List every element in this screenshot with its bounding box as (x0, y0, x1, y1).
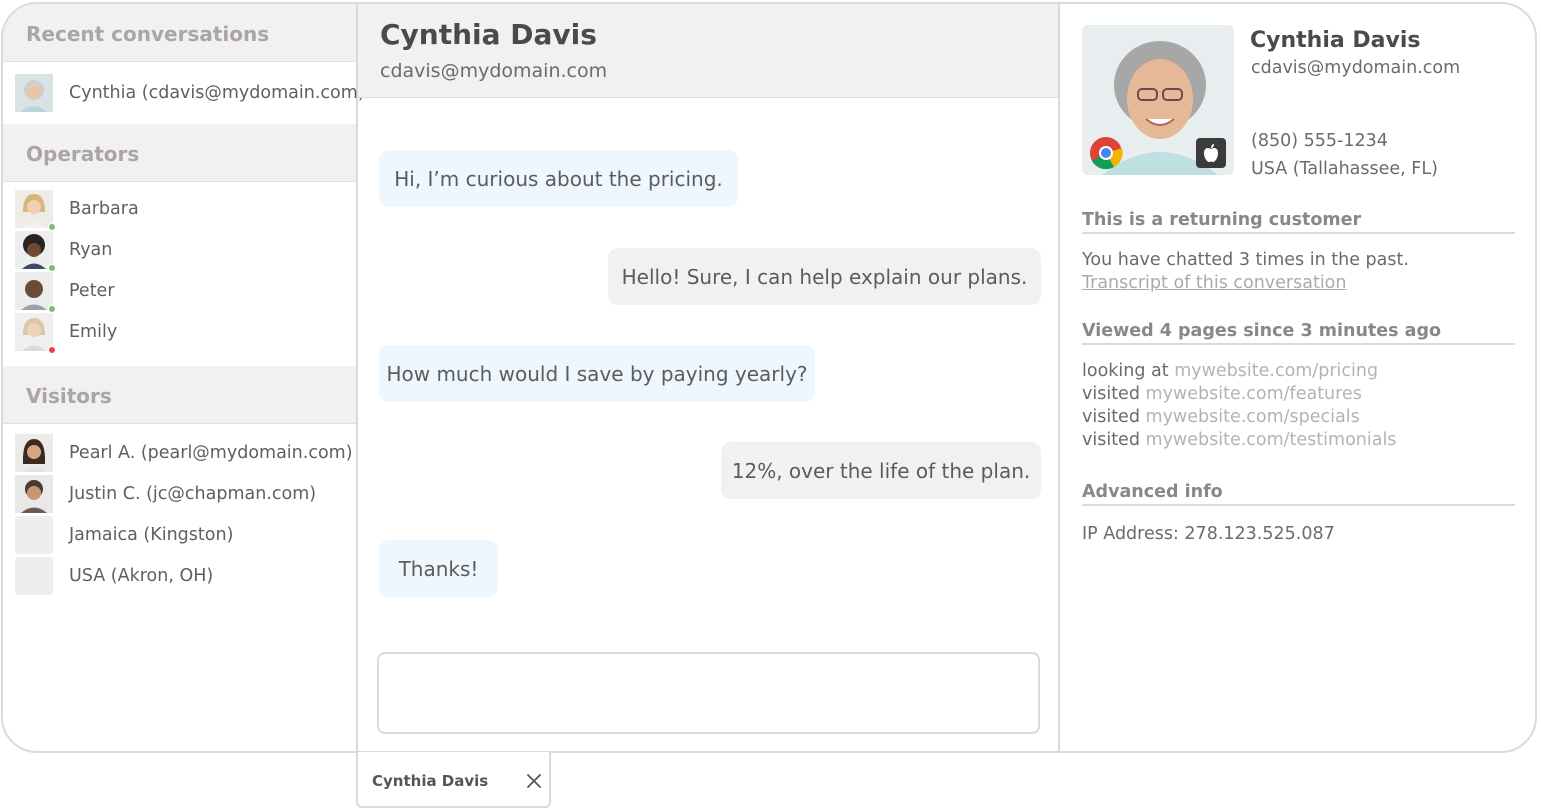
chat-history-text: You have chatted 3 times in the past. (1082, 250, 1409, 270)
chat-contact-name: Cynthia Davis (380, 18, 597, 51)
visitor-phone: (850) 555-1234 (1251, 131, 1388, 151)
message-visitor: Thanks! (379, 540, 498, 597)
recent-conversation-item[interactable]: Cynthia (cdavis@mydomain.com) (15, 74, 365, 112)
chat-panel: Cynthia Davis cdavis@mydomain.com Hi, I’… (358, 4, 1060, 751)
message-visitor: How much would I save by paying yearly? (379, 345, 815, 402)
page-visit-item: visited mywebsite.com/testimonials (1082, 430, 1396, 450)
avatar (15, 231, 56, 272)
visitor-item[interactable]: Justin C. (jc@chapman.com) (15, 475, 316, 513)
page-visit-verb: visited (1082, 407, 1140, 427)
status-busy-indicator (48, 346, 56, 354)
close-icon[interactable] (525, 772, 543, 790)
chat-contact-email: cdavis@mydomain.com (380, 60, 608, 82)
status-online-indicator (48, 305, 56, 313)
sidebar: Recent conversations Cynthia (cdavis@myd… (3, 4, 365, 751)
page-visit-verb: visited (1082, 384, 1140, 404)
page-visit-item: visited mywebsite.com/specials (1082, 407, 1360, 427)
avatar (15, 190, 56, 231)
avatar (15, 475, 53, 513)
visitor-item[interactable]: USA (Akron, OH) (15, 557, 213, 595)
message-input[interactable] (377, 652, 1040, 734)
operators-heading: Operators (3, 124, 356, 182)
operator-label: Peter (69, 281, 115, 301)
page-visit-verb: visited (1082, 430, 1140, 450)
page-visit-url[interactable]: mywebsite.com/pricing (1174, 361, 1378, 381)
visitor-photo (1082, 25, 1234, 175)
operator-item[interactable]: Barbara (15, 190, 139, 231)
recent-conversation-label: Cynthia (cdavis@mydomain.com) (69, 83, 365, 103)
visitor-label: Jamaica (Kingston) (69, 525, 234, 545)
page-visit-url[interactable]: mywebsite.com/features (1146, 384, 1362, 404)
page-visit-item: visited mywebsite.com/features (1082, 384, 1362, 404)
status-online-indicator (48, 264, 56, 272)
page-visit-item: looking at mywebsite.com/pricing (1082, 361, 1378, 381)
visitor-label: Pearl A. (pearl@mydomain.com) (69, 443, 353, 463)
chat-tab-label: Cynthia Davis (372, 772, 489, 790)
ip-address: IP Address: 278.123.525.087 (1082, 524, 1335, 544)
chat-header: Cynthia Davis cdavis@mydomain.com (358, 4, 1058, 98)
visitor-item[interactable]: Jamaica (Kingston) (15, 516, 233, 554)
avatar-placeholder (15, 557, 53, 595)
recent-conversations-heading: Recent conversations (3, 4, 356, 62)
chat-tab[interactable]: Cynthia Davis (356, 752, 551, 808)
message-operator: Hello! Sure, I can help explain our plan… (608, 248, 1041, 305)
page-visit-url[interactable]: mywebsite.com/testimonials (1146, 430, 1397, 450)
visitor-label: USA (Akron, OH) (69, 566, 214, 586)
avatar (15, 434, 53, 472)
apple-icon (1196, 138, 1226, 172)
operator-item[interactable]: Peter (15, 272, 115, 313)
page-visit-url[interactable]: mywebsite.com/specials (1146, 407, 1360, 427)
message-visitor: Hi, I’m curious about the pricing. (379, 150, 738, 207)
visitor-name: Cynthia Davis (1250, 28, 1421, 53)
operator-label: Barbara (69, 199, 139, 219)
operator-item[interactable]: Ryan (15, 231, 113, 272)
visitor-email: cdavis@mydomain.com (1251, 58, 1461, 78)
operator-label: Ryan (69, 240, 113, 260)
page-visit-verb: looking at (1082, 361, 1169, 381)
app-window: Recent conversations Cynthia (cdavis@myd… (1, 2, 1537, 753)
operator-item[interactable]: Emily (15, 313, 118, 354)
visitor-location: USA (Tallahassee, FL) (1251, 159, 1438, 179)
avatar (15, 272, 56, 313)
advanced-info-heading: Advanced info (1082, 482, 1515, 506)
chrome-icon (1089, 136, 1123, 174)
visitor-label: Justin C. (jc@chapman.com) (69, 484, 317, 504)
status-online-indicator (48, 223, 56, 231)
visitor-info-panel: Cynthia Davis cdavis@mydomain.com (850) … (1060, 4, 1535, 751)
message-operator: 12%, over the life of the plan. (721, 442, 1041, 499)
visitor-item[interactable]: Pearl A. (pearl@mydomain.com) (15, 434, 353, 472)
returning-customer-heading: This is a returning customer (1082, 210, 1515, 234)
operator-label: Emily (69, 322, 118, 342)
visitors-heading: Visitors (3, 366, 356, 424)
avatar (15, 313, 56, 354)
avatar (15, 74, 53, 112)
transcript-link[interactable]: Transcript of this conversation (1082, 273, 1346, 293)
avatar-placeholder (15, 516, 53, 554)
pages-viewed-heading: Viewed 4 pages since 3 minutes ago (1082, 321, 1515, 345)
